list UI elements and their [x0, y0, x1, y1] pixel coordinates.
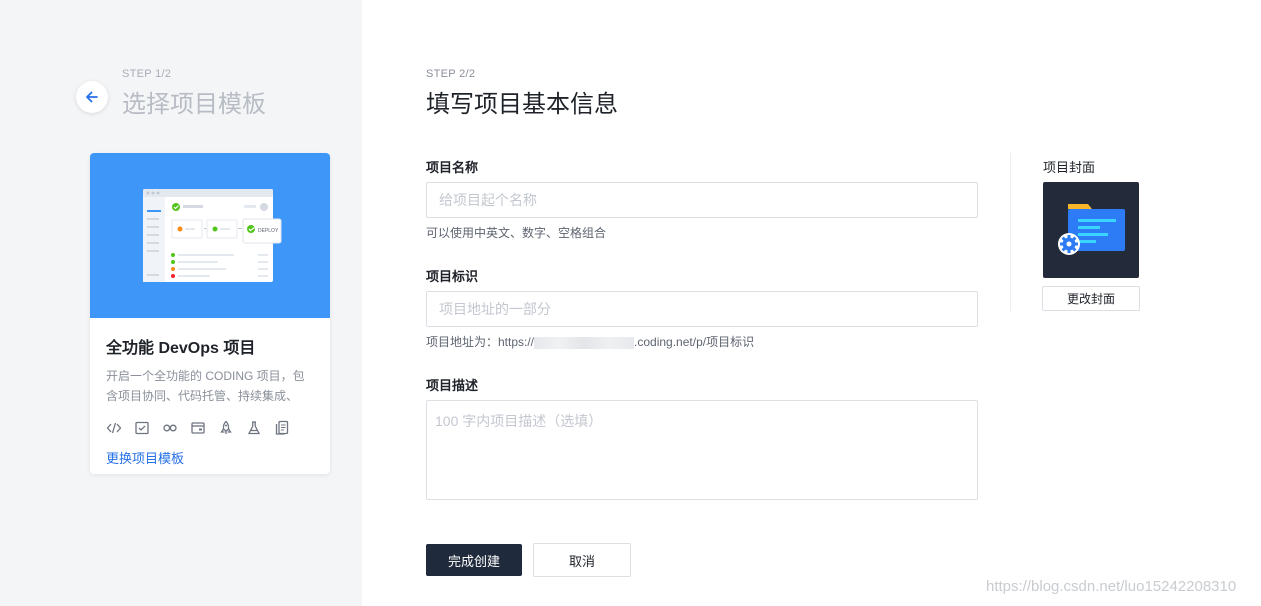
template-description: 开启一个全功能的 CODING 项目，包含项目协同、代码托管、持续集成、持... [106, 369, 305, 403]
cancel-button[interactable]: 取消 [533, 543, 631, 577]
project-identifier-input[interactable] [426, 291, 978, 327]
project-name-hint: 可以使用中英文、数字、空格组合 [426, 226, 607, 240]
devops-illustration: DEPLOY [143, 189, 282, 282]
folder-gear-icon [1058, 204, 1125, 255]
template-step-title: 选择项目模板 [122, 91, 266, 118]
project-identifier-label: 项目标识 [426, 269, 479, 284]
cover-label: 项目封面 [1043, 160, 1096, 175]
template-card-body: 全功能 DevOps 项目 开启一个全功能的 CODING 项目，包含项目协同、… [90, 318, 330, 468]
code-icon [106, 420, 122, 436]
project-url-hint: 项目地址为：https:// .coding.net/p/项目标识 [426, 333, 754, 350]
arrow-left-icon [86, 91, 98, 103]
step-indicator-1: STEP 1/2 [122, 68, 172, 80]
document-icon [274, 420, 290, 436]
change-cover-button[interactable]: 更改封面 [1042, 286, 1140, 311]
flask-icon [246, 420, 262, 436]
rocket-icon [218, 420, 234, 436]
checklist-icon [134, 420, 150, 436]
window-icon [190, 420, 206, 436]
redacted-domain [534, 336, 635, 349]
url-hint-suffix: .coding.net/p/项目标识 [634, 335, 755, 349]
template-title: 全功能 DevOps 项目 [106, 340, 256, 357]
step-indicator-2: STEP 2/2 [426, 68, 476, 80]
url-hint-prefix: 项目地址为：https:// [426, 335, 535, 349]
left-pane: STEP 1/2 选择项目模板 DEPLOY 全功能 DevOps 项目 开启一… [0, 0, 362, 606]
back-button[interactable] [76, 81, 108, 113]
change-template-link[interactable]: 更换项目模板 [106, 448, 184, 467]
project-description-label: 项目描述 [426, 378, 479, 393]
deploy-label: DEPLOY [258, 228, 279, 234]
feature-icon-row [106, 420, 314, 436]
cover-image [1043, 182, 1139, 278]
infinity-icon [162, 420, 178, 436]
template-banner: DEPLOY [90, 153, 330, 318]
submit-create-button[interactable]: 完成创建 [426, 544, 522, 576]
page-title: 填写项目基本信息 [426, 91, 618, 118]
watermark: https://blog.csdn.net/luo15242208310 [986, 578, 1237, 595]
vertical-divider [1010, 153, 1011, 311]
template-card: DEPLOY 全功能 DevOps 项目 开启一个全功能的 CODING 项目，… [90, 153, 330, 474]
project-description-textarea[interactable] [426, 400, 978, 500]
project-name-input[interactable] [426, 182, 978, 218]
project-name-label: 项目名称 [426, 160, 479, 175]
